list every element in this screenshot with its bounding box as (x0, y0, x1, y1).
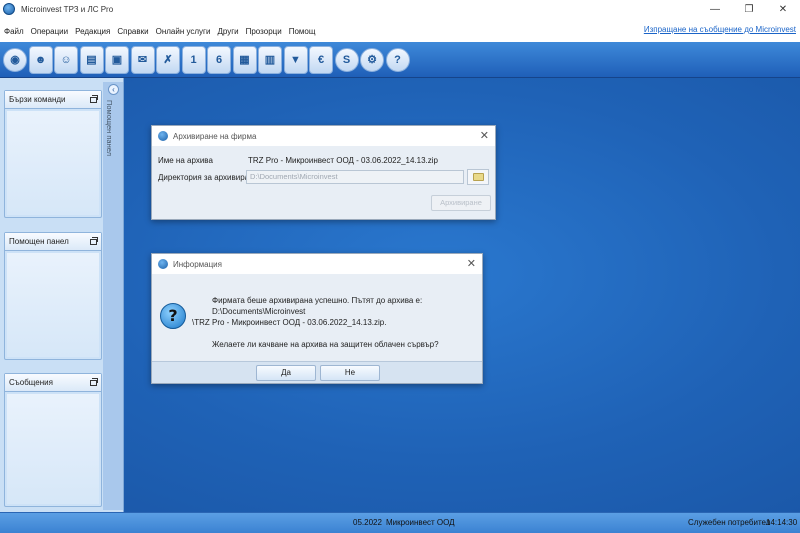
app-logo-icon (158, 259, 168, 269)
no-button[interactable]: Не (320, 365, 380, 381)
archive-name-value: TRZ Pro - Микроинвест ООД - 03.06.2022_1… (248, 156, 438, 165)
helper-panel-label[interactable]: Помощен панел (105, 100, 114, 156)
panel-title: Бързи команди (9, 95, 66, 104)
minimize-button[interactable]: — (698, 0, 732, 18)
window-controls: — ❐ ✕ (698, 0, 800, 18)
information-dialog: Информация ✕ Фирмата беше архивирана усп… (151, 253, 483, 384)
employees-icon[interactable]: ☻ (28, 45, 53, 74)
message-line-1: Фирмата беше архивирана успешно. Пътят д… (212, 296, 423, 316)
close-icon[interactable]: ✕ (467, 257, 476, 270)
reports-icon[interactable]: ▦ (232, 45, 257, 74)
panel-header: Помощен панел (5, 233, 101, 251)
dialog-title-bar: Информация ✕ (152, 254, 482, 274)
status-company: Микроинвест ООД (386, 518, 455, 527)
status-user: Служебен потребител (688, 518, 771, 527)
dialog-message: Фирмата беше архивирана успешно. Пътят д… (162, 295, 480, 350)
panel-body (7, 111, 99, 215)
restore-icon[interactable] (90, 377, 98, 386)
send-message-link[interactable]: Изпращане на съобщение до Microinvest (644, 25, 796, 34)
app-logo-icon (3, 3, 15, 15)
helper-panel: Помощен панел (4, 232, 102, 360)
leave-icon[interactable]: ✉ (130, 45, 155, 74)
download-icon[interactable]: ▼ (283, 45, 308, 74)
panel-title: Помощен панел (9, 237, 69, 246)
status-bar: 05.2022 Микроинвест ООД Служебен потреби… (0, 512, 800, 533)
euro-icon[interactable]: € (309, 45, 333, 74)
contract-icon[interactable]: ▤ (79, 45, 104, 74)
messages-panel: Съобщения (4, 373, 102, 507)
restore-icon[interactable] (90, 236, 98, 245)
menu-bar: Файл Операции Редакция Справки Онлайн ус… (0, 22, 800, 40)
dialog-footer: Да Не (152, 361, 482, 383)
app-logo-icon (158, 131, 168, 141)
folder-icon (472, 173, 484, 181)
close-button[interactable]: ✕ (766, 0, 800, 18)
archive-directory-label: Директория за архивиране (158, 173, 258, 182)
menu-edit[interactable]: Редакция (75, 27, 110, 36)
yes-button[interactable]: Да (256, 365, 316, 381)
menu-reports[interactable]: Справки (117, 27, 148, 36)
globe-icon[interactable]: ◉ (3, 47, 27, 72)
person-card-icon[interactable]: ▣ (105, 45, 129, 74)
menu-help[interactable]: Помощ (289, 27, 316, 36)
absence-icon[interactable]: ✗ (156, 45, 180, 74)
restore-button[interactable]: ❐ (732, 0, 766, 18)
document-6-icon[interactable]: 6 (207, 45, 231, 74)
settings-icon[interactable]: ⚙ (360, 47, 384, 72)
quick-commands-panel: Бързи команди (4, 90, 102, 218)
panel-body (7, 253, 99, 357)
message-question: Желаете ли качване на архива на защитен … (212, 340, 439, 349)
dialog-title: Архивиране на фирма (173, 131, 257, 141)
menu-other[interactable]: Други (217, 27, 238, 36)
archive-name-label: Име на архива (158, 156, 213, 165)
archive-button[interactable]: Архивиране (431, 195, 491, 211)
archive-directory-input[interactable]: D:\Documents\Microinvest (246, 170, 464, 184)
panel-header: Бързи команди (5, 91, 101, 109)
question-icon: ? (160, 303, 186, 329)
collapse-panel-button[interactable]: ‹ (108, 84, 119, 95)
panel-header: Съобщения (5, 374, 101, 392)
browse-folder-button[interactable] (467, 169, 489, 185)
dialog-title: Информация (173, 259, 222, 269)
status-period: 05.2022 (353, 518, 382, 527)
payroll-icon[interactable]: ▥ (258, 45, 282, 74)
skype-icon[interactable]: S (334, 47, 359, 72)
window-title: Microinvest ТРЗ и ЛС Pro (21, 4, 114, 14)
menu-online-services[interactable]: Онлайн услуги (156, 27, 211, 36)
restore-icon[interactable] (90, 94, 98, 103)
panel-body (7, 394, 99, 504)
close-icon[interactable]: ✕ (480, 129, 489, 142)
title-bar: Microinvest ТРЗ и ЛС Pro — ❐ ✕ (0, 0, 800, 18)
document-1-icon[interactable]: 1 (181, 45, 206, 74)
people-icon[interactable]: ☺ (54, 45, 78, 74)
menu-windows[interactable]: Прозорци (246, 27, 282, 36)
help-icon[interactable]: ? (385, 47, 410, 72)
dialog-title-bar: Архивиране на фирма ✕ (152, 126, 495, 146)
panel-title: Съобщения (9, 378, 53, 387)
menu-file[interactable]: Файл (4, 27, 24, 36)
helper-panel-strip: ‹ Помощен панел (103, 82, 123, 510)
menu-operations[interactable]: Операции (31, 27, 68, 36)
archive-dialog: Архивиране на фирма ✕ Име на архива TRZ … (151, 125, 496, 220)
status-time: 14:14:30 (766, 518, 798, 527)
message-line-2: \TRZ Pro - Микроинвест ООД - 03.06.2022_… (192, 318, 387, 327)
toolbar: ◉ ☻ ☺ ▤ ▣ ✉ ✗ 1 6 ▦ ▥ ▼ € S ⚙ ? (0, 42, 800, 78)
